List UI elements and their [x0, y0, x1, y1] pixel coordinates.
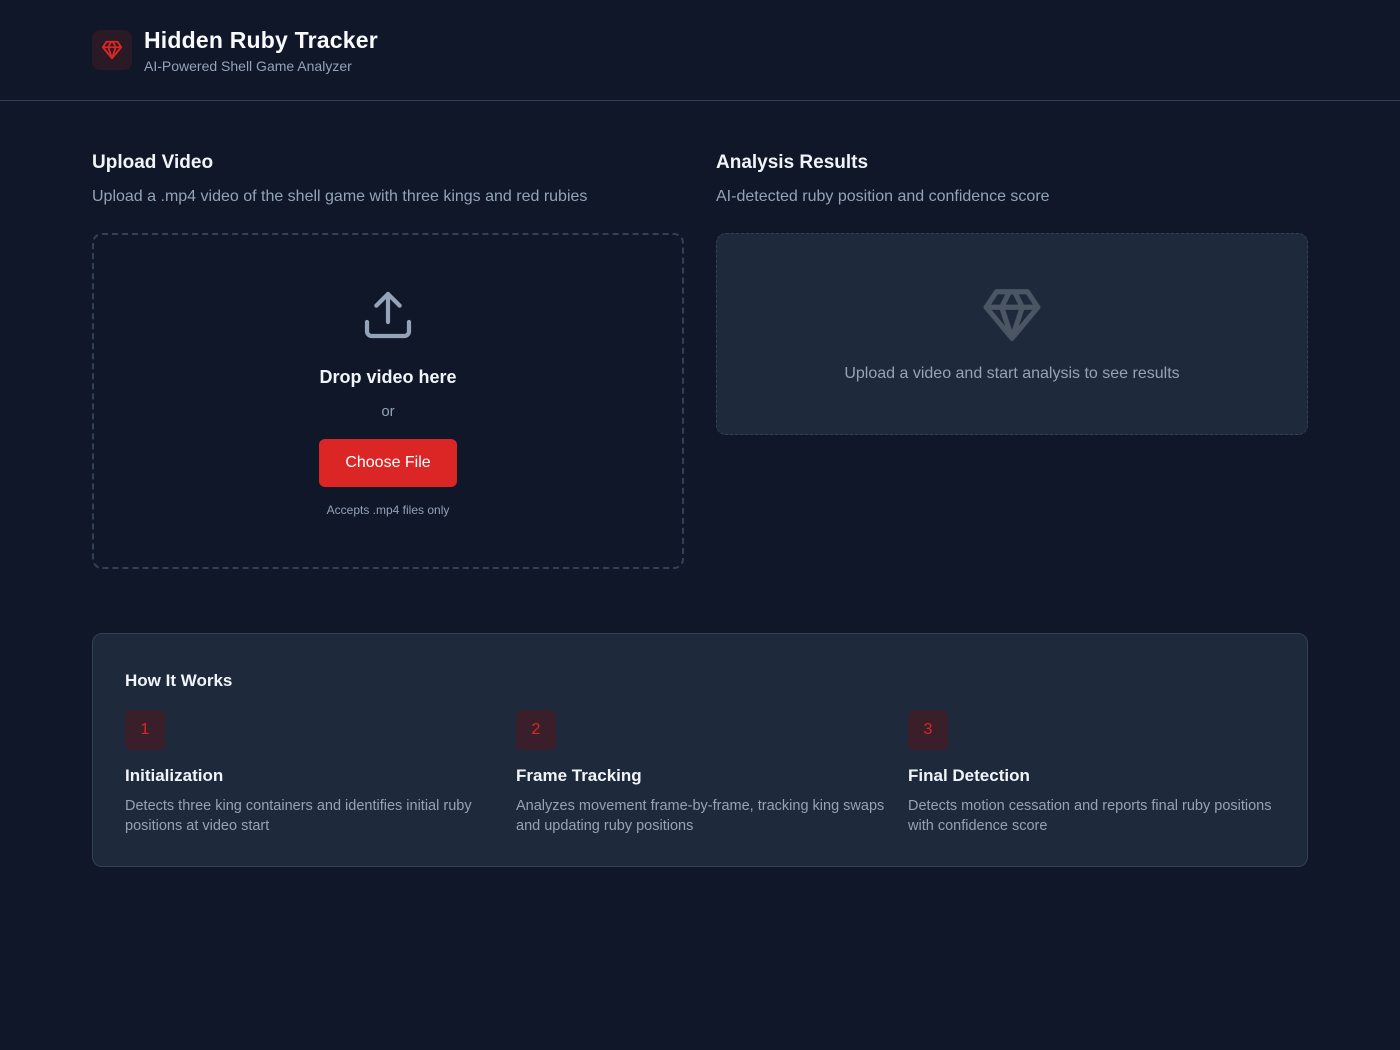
app-subtitle: AI-Powered Shell Game Analyzer [144, 58, 352, 74]
step-description: Analyzes movement frame-by-frame, tracki… [516, 798, 885, 834]
accepted-format-note: Accepts .mp4 files only [326, 503, 450, 517]
app-title: Hidden Ruby Tracker [144, 27, 378, 53]
upload-icon [364, 291, 412, 339]
step-title: Initialization [125, 766, 224, 785]
step-description: Detects motion cessation and reports fin… [908, 798, 1272, 834]
step-initialization: 1 Initialization Detects three king cont… [125, 710, 495, 836]
upload-section-description: Upload a .mp4 video of the shell game wi… [92, 188, 588, 205]
upload-section-title: Upload Video [92, 152, 214, 173]
step-number-badge: 3 [908, 710, 948, 750]
how-it-works-title: How It Works [125, 671, 233, 690]
step-number-badge: 1 [125, 710, 165, 750]
gem-icon [101, 40, 123, 60]
choose-file-button[interactable]: Choose File [319, 439, 457, 487]
results-placeholder: Upload a video and start analysis to see… [844, 365, 1180, 382]
gem-icon [983, 289, 1041, 341]
step-description: Detects three king containers and identi… [125, 798, 472, 834]
or-separator: or [381, 403, 395, 420]
results-section-description: AI-detected ruby position and confidence… [716, 188, 1050, 205]
step-number-badge: 2 [516, 710, 556, 750]
results-panel: Upload a video and start analysis to see… [716, 233, 1308, 435]
how-it-works-card: How It Works 1 Initialization Detects th… [92, 633, 1308, 867]
video-dropzone[interactable]: Drop video here or Choose File Accepts .… [92, 233, 684, 569]
step-final-detection: 3 Final Detection Detects motion cessati… [908, 710, 1278, 836]
step-title: Frame Tracking [516, 766, 642, 785]
drop-title: Drop video here [319, 367, 457, 387]
app-logo [92, 30, 132, 70]
app-header: Hidden Ruby Tracker AI-Powered Shell Gam… [0, 0, 1400, 101]
results-section-title: Analysis Results [716, 152, 869, 173]
step-title: Final Detection [908, 766, 1030, 785]
step-frame-tracking: 2 Frame Tracking Analyzes movement frame… [516, 710, 886, 836]
